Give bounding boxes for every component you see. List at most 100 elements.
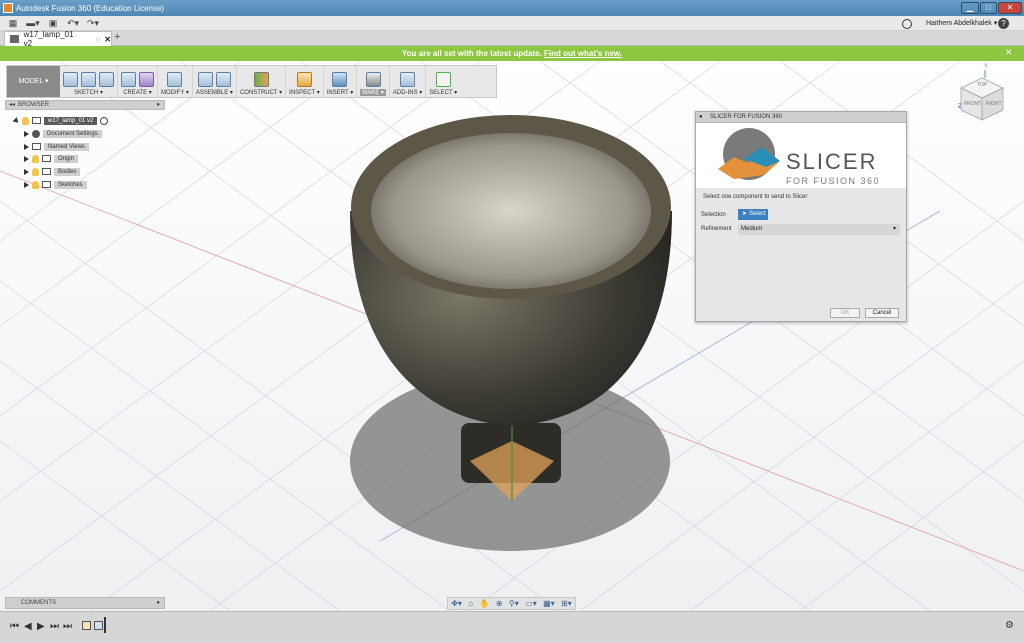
addins-group[interactable]: ADD-INS ▾ (390, 66, 427, 97)
browser-item-named-views[interactable]: Named Views (24, 141, 174, 152)
construct-group[interactable]: CONSTRUCT ▾ (237, 66, 287, 97)
visibility-bulb-icon[interactable] (22, 116, 29, 125)
workspace-switcher[interactable]: MODEL ▾ (7, 66, 60, 97)
modify-menu[interactable]: MODIFY ▾ (161, 89, 189, 96)
new-component-icon[interactable] (197, 72, 213, 87)
expand-icon[interactable] (24, 181, 29, 188)
expand-icon[interactable] (24, 168, 29, 175)
insert-image-icon[interactable] (332, 72, 348, 87)
select-group[interactable]: SELECT ▾ (426, 66, 460, 97)
timeline-settings-gear-icon[interactable]: ⚙ (1005, 620, 1014, 631)
viewports-icon[interactable]: ⊞▾ (561, 599, 572, 608)
cancel-button[interactable]: Cancel (865, 308, 899, 318)
timeline-body-feature-icon[interactable] (94, 621, 103, 630)
job-status-icon[interactable] (902, 19, 912, 29)
offset-plane-icon[interactable] (253, 72, 269, 87)
browser-item-origin[interactable]: Origin (24, 153, 174, 164)
select-icon[interactable] (435, 72, 451, 87)
insert-group[interactable]: INSERT ▾ (324, 66, 358, 97)
browser-panel-header[interactable]: ◂◂ BROWSER ● (5, 100, 165, 110)
expand-root-icon[interactable] (12, 116, 21, 125)
timeline-sketch-feature-icon[interactable] (82, 621, 91, 630)
assemble-group[interactable]: ASSEMBLE ▾ (193, 66, 237, 97)
dialog-title-bar[interactable]: ● SLICER FOR FUSION 360 (696, 112, 906, 123)
comments-pin-icon[interactable]: ● (156, 598, 160, 608)
visibility-bulb-icon[interactable] (32, 167, 39, 176)
collapse-browser-icon[interactable]: ◂◂ (9, 101, 15, 109)
visibility-bulb-icon[interactable] (32, 154, 39, 163)
browser-root-item[interactable]: w17_lamp_01 v2 (12, 115, 164, 126)
visibility-bulb-icon[interactable] (32, 180, 39, 189)
new-tab-button[interactable]: + (114, 31, 120, 43)
create-menu[interactable]: CREATE ▾ (123, 89, 152, 96)
browser-item-document-settings[interactable]: Document Settings (24, 128, 174, 139)
select-component-button[interactable]: ➤ Select (738, 209, 768, 220)
play-icon[interactable]: ▶ (37, 621, 45, 632)
sketch-menu[interactable]: SKETCH ▾ (74, 89, 103, 96)
orbit-icon[interactable]: ✥▾ (451, 599, 462, 608)
activate-component-icon[interactable] (100, 116, 109, 125)
user-menu[interactable]: Haithem Abdelkhalek ▾ (926, 19, 997, 27)
cube-face-front[interactable]: FRONT (964, 101, 981, 107)
timeline-marker[interactable] (104, 617, 106, 633)
refinement-dropdown[interactable]: Medium ▾ (738, 224, 900, 235)
modify-group[interactable]: MODIFY ▾ (158, 66, 193, 97)
inspect-group[interactable]: INSPECT ▾ (286, 66, 324, 97)
view-cube-icon[interactable] (955, 68, 1010, 125)
close-banner-icon[interactable]: ✕ (1005, 47, 1013, 58)
undo-icon[interactable]: ↶▾ (66, 17, 80, 29)
go-to-start-icon[interactable]: ⏮ (10, 621, 19, 632)
browser-item-sketches[interactable]: Sketches (24, 179, 174, 190)
scripts-icon[interactable] (400, 72, 416, 87)
go-to-end-icon[interactable]: ⏭ (63, 621, 72, 632)
maximize-button[interactable]: □ (980, 2, 997, 14)
make-group[interactable]: MAKE ▾ (357, 66, 390, 97)
create-sketch-icon[interactable] (63, 72, 78, 87)
cube-face-right[interactable]: RIGHT (986, 101, 1002, 107)
apps-grid-icon[interactable]: ▦ (6, 17, 20, 29)
expand-icon[interactable] (24, 143, 29, 150)
whats-new-link[interactable]: Find out what's new. (544, 49, 622, 58)
assemble-menu[interactable]: ASSEMBLE ▾ (196, 89, 233, 96)
help-button[interactable]: ? (998, 18, 1009, 29)
step-forward-icon[interactable]: ⏭ (50, 621, 59, 632)
3d-print-icon[interactable] (365, 72, 381, 87)
line-icon[interactable] (81, 72, 96, 87)
select-menu[interactable]: SELECT ▾ (429, 89, 457, 96)
measure-icon[interactable] (296, 72, 312, 87)
rectangle-icon[interactable] (99, 72, 114, 87)
display-settings-icon[interactable]: ▭▾ (525, 599, 537, 608)
grid-settings-icon[interactable]: ▦▾ (543, 599, 555, 608)
sketch-group[interactable]: SKETCH ▾ (60, 66, 118, 97)
file-menu-icon[interactable]: ▬▾ (26, 17, 40, 29)
close-tab-icon[interactable]: ✕ (104, 35, 111, 44)
pan-icon[interactable]: ✋ (480, 599, 490, 608)
inspect-menu[interactable]: INSPECT ▾ (289, 89, 320, 96)
expand-icon[interactable] (24, 130, 29, 137)
fit-icon[interactable]: ⚲▾ (509, 599, 519, 608)
browser-item-bodies[interactable]: Bodies (24, 166, 174, 177)
cube-face-top[interactable]: TOP (977, 82, 987, 88)
box-icon[interactable] (121, 72, 136, 87)
make-menu[interactable]: MAKE ▾ (360, 89, 386, 96)
save-icon[interactable]: ▣ (46, 17, 60, 29)
comments-panel[interactable]: COMMENTS ● (5, 597, 165, 609)
zoom-icon[interactable]: ⊕ (496, 599, 503, 608)
document-tab[interactable]: w17_lamp_01 v2 ○ ✕ (4, 30, 112, 48)
ok-button[interactable]: OK (830, 308, 860, 318)
create-group[interactable]: CREATE ▾ (118, 66, 158, 97)
addins-menu[interactable]: ADD-INS ▾ (393, 89, 422, 96)
step-back-icon[interactable]: ◀ (24, 621, 32, 632)
construct-menu[interactable]: CONSTRUCT ▾ (240, 89, 282, 96)
browser-pin-icon[interactable]: ● (156, 101, 160, 109)
minimize-button[interactable]: ▁ (961, 2, 979, 14)
close-window-button[interactable]: ✕ (998, 2, 1022, 14)
dialog-pin-icon[interactable]: ● (699, 112, 703, 123)
expand-icon[interactable] (24, 155, 29, 162)
form-icon[interactable] (139, 72, 154, 87)
insert-menu[interactable]: INSERT ▾ (327, 89, 353, 96)
view-cube[interactable]: TOP FRONT RIGHT Y Z (955, 64, 1010, 125)
redo-icon[interactable]: ↷▾ (86, 17, 100, 29)
look-at-icon[interactable]: ⌂ (468, 599, 473, 608)
joint-icon[interactable] (215, 72, 231, 87)
